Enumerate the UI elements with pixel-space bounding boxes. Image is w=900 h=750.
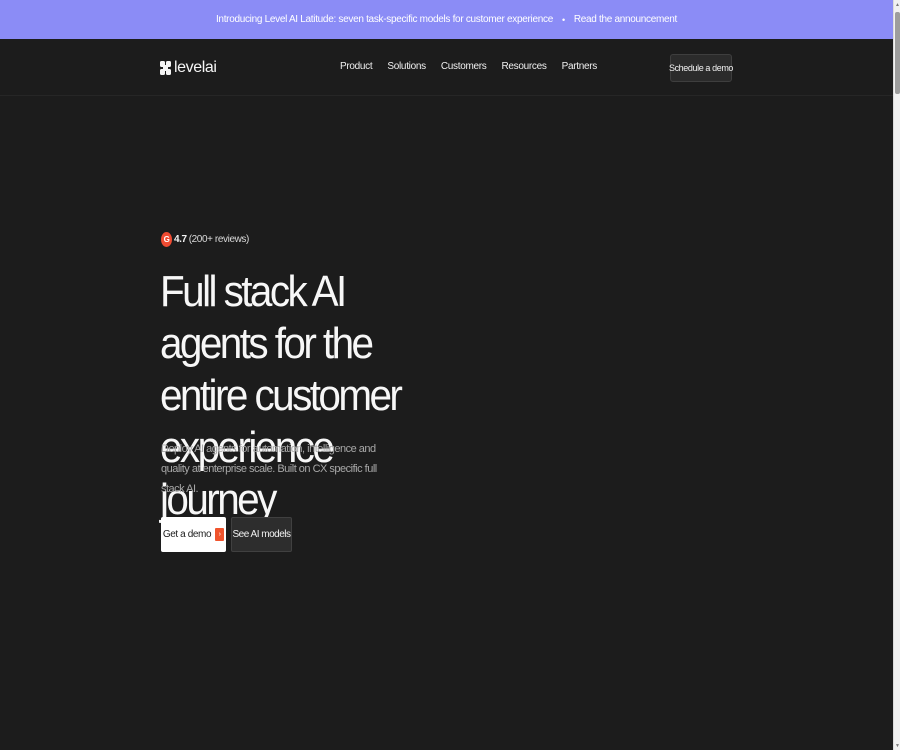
nav-item-solutions[interactable]: Solutions: [387, 61, 426, 72]
announcement-link[interactable]: Read the announcement: [574, 14, 678, 25]
vertical-scrollbar[interactable]: ▲ ▼: [893, 0, 900, 750]
schedule-demo-button[interactable]: Schedule a demo: [669, 54, 733, 82]
nav-item-resources[interactable]: Resources: [501, 61, 546, 72]
scroll-up-icon[interactable]: ▲: [894, 0, 900, 9]
nav-item-partners[interactable]: Partners: [562, 61, 598, 72]
rating-badge[interactable]: G 4.7 (200+ reviews): [161, 232, 249, 247]
get-demo-button[interactable]: Get a demo ›: [161, 517, 226, 552]
g2-icon: G: [161, 232, 172, 247]
rating-score: 4.7: [174, 234, 187, 245]
levelai-logo-icon: [160, 61, 171, 75]
arrow-right-icon: ›: [215, 528, 225, 541]
page: Introducing Level AI Latitude: seven tas…: [0, 0, 893, 750]
logo-text: levelai: [174, 59, 217, 76]
nav-links: Product Solutions Customers Resources Pa…: [340, 61, 597, 72]
rating-reviews: (200+ reviews): [188, 234, 250, 245]
nav-item-product[interactable]: Product: [340, 61, 373, 72]
logo[interactable]: levelai: [160, 59, 217, 77]
get-demo-label: Get a demo: [162, 529, 212, 540]
scrollbar-thumb[interactable]: [895, 12, 900, 94]
nav-item-customers[interactable]: Customers: [441, 61, 487, 72]
hero-subheadline: Deploy AI agents for automation, intelli…: [161, 443, 377, 495]
scroll-down-icon[interactable]: ▼: [894, 741, 900, 750]
top-nav: levelai Product Solutions Customers Reso…: [0, 39, 893, 96]
announcement-text[interactable]: Introducing Level AI Latitude: seven tas…: [216, 14, 553, 25]
announcement-bar: Introducing Level AI Latitude: seven tas…: [0, 0, 893, 39]
see-ai-models-button[interactable]: See AI models: [231, 517, 292, 552]
announcement-separator: •: [561, 14, 565, 25]
